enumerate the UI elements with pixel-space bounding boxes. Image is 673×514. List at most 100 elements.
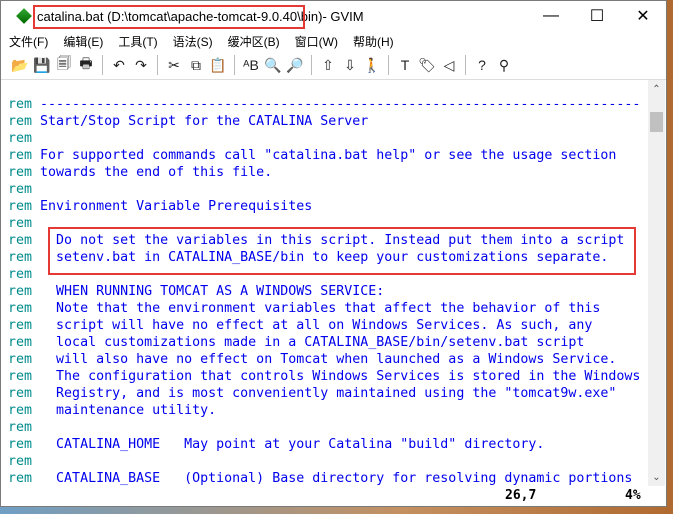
rem-keyword: rem: [8, 454, 33, 469]
editor-text-area[interactable]: rem ------------------------------------…: [0, 80, 648, 486]
find-help-icon[interactable]: ⚲: [493, 54, 515, 76]
undo-icon[interactable]: ↶: [108, 54, 130, 76]
toolbar: 📂 💾 🗐 🖶 ↶ ↷ ✂ ⧉ 📋 ᴬB 🔍 🔎 ⇧ ⇩ 🚶 T 🏷 ◁? ⚲: [1, 51, 666, 80]
comment-text: CATALINA_HOME May point at your Catalina…: [32, 437, 545, 452]
build-tags-icon[interactable]: 🏷: [416, 54, 438, 76]
scroll-up-icon[interactable]: ⌃: [648, 84, 665, 95]
rem-keyword: rem: [8, 233, 33, 248]
redo-icon[interactable]: ↷: [130, 54, 152, 76]
rem-keyword: rem: [8, 403, 33, 418]
cursor-position: 26,7: [505, 488, 537, 503]
text-line: rem maintenance utility.: [8, 402, 640, 419]
menu-item-4[interactable]: 缓冲区(B): [228, 33, 280, 50]
print-icon[interactable]: 🖶: [75, 54, 97, 76]
comment-text: Environment Variable Prerequisites: [32, 199, 313, 214]
text-line: rem Registry, and is most conveniently m…: [8, 385, 640, 402]
rem-keyword: rem: [8, 471, 33, 486]
text-line: rem will also have no effect on Tomcat w…: [8, 351, 640, 368]
menu-item-0[interactable]: 文件(F): [9, 33, 48, 50]
rem-keyword: rem: [8, 216, 33, 231]
copy-icon[interactable]: ⧉: [185, 54, 207, 76]
save-session-icon[interactable]: ⇩: [339, 54, 361, 76]
comment-text: For supported commands call "catalina.ba…: [32, 148, 617, 163]
toolbar-separator: [157, 55, 158, 75]
save-all-icon[interactable]: 🗐: [53, 54, 75, 76]
cut-icon[interactable]: ✂: [163, 54, 185, 76]
toolbar-separator: [234, 55, 235, 75]
text-line: rem WHEN RUNNING TOMCAT AS A WINDOWS SER…: [8, 283, 640, 300]
vim-logo-icon: [16, 8, 32, 24]
rem-keyword: rem: [8, 97, 33, 112]
comment-text: local customizations made in a CATALINA_…: [32, 335, 585, 350]
rem-keyword: rem: [8, 369, 33, 384]
open-icon[interactable]: 📂: [9, 54, 31, 76]
text-line: rem: [8, 453, 640, 470]
text-line: rem The configuration that controls Wind…: [8, 368, 640, 385]
file-percent: 4%: [625, 488, 641, 503]
run-script-icon[interactable]: 🚶: [361, 54, 383, 76]
comment-text: Start/Stop Script for the CATALINA Serve…: [32, 114, 369, 129]
text-highlight-box: [48, 227, 636, 275]
text-line: rem Note that the environment variables …: [8, 300, 640, 317]
comment-text: towards the end of this file.: [32, 165, 273, 180]
rem-keyword: rem: [8, 318, 33, 333]
maximize-button[interactable]: ☐: [574, 1, 620, 31]
text-line: rem: [8, 181, 640, 198]
comment-text: script will have no effect at all on Win…: [32, 318, 593, 333]
replace-icon[interactable]: ᴬB: [240, 54, 262, 76]
text-line: rem CATALINA_HOME May point at your Cata…: [8, 436, 640, 453]
comment-text: Note that the environment variables that…: [32, 301, 601, 316]
menu-item-3[interactable]: 语法(S): [173, 33, 213, 50]
vertical-scrollbar[interactable]: ⌃ ⌄: [648, 80, 665, 486]
find-next-icon[interactable]: 🔍: [262, 54, 284, 76]
text-line: rem ------------------------------------…: [8, 96, 640, 113]
tag-jump-icon[interactable]: ◁: [438, 54, 460, 76]
comment-text: The configuration that controls Windows …: [32, 369, 641, 384]
rem-keyword: rem: [8, 420, 33, 435]
rem-keyword: rem: [8, 131, 33, 146]
comment-text: will also have no effect on Tomcat when …: [32, 352, 617, 367]
menu-item-6[interactable]: 帮助(H): [353, 33, 394, 50]
scroll-thumb[interactable]: [650, 112, 663, 132]
text-line: rem CATALINA_BASE (Optional) Base direct…: [8, 470, 640, 486]
paste-icon[interactable]: 📋: [207, 54, 229, 76]
toolbar-separator: [102, 55, 103, 75]
scroll-down-icon[interactable]: ⌄: [648, 472, 665, 483]
rem-keyword: rem: [8, 148, 33, 163]
toolbar-separator: [465, 55, 466, 75]
rem-keyword: rem: [8, 301, 33, 316]
text-line: rem Environment Variable Prerequisites: [8, 198, 640, 215]
close-button[interactable]: ✕: [620, 1, 666, 31]
menu-item-2[interactable]: 工具(T): [118, 33, 157, 50]
rem-keyword: rem: [8, 165, 33, 180]
comment-text: Registry, and is most conveniently maint…: [32, 386, 617, 401]
rem-keyword: rem: [8, 114, 33, 129]
text-line: rem: [8, 419, 640, 436]
rem-keyword: rem: [8, 352, 33, 367]
text-line: rem For supported commands call "catalin…: [8, 147, 640, 164]
find-prev-icon[interactable]: 🔎: [284, 54, 306, 76]
rem-keyword: rem: [8, 267, 33, 282]
minimize-button[interactable]: —: [528, 1, 574, 31]
status-line: 26,7 4%: [0, 486, 665, 506]
rem-keyword: rem: [8, 199, 33, 214]
toolbar-separator: [388, 55, 389, 75]
load-session-icon[interactable]: ⇧: [317, 54, 339, 76]
menu-item-1[interactable]: 编辑(E): [63, 33, 103, 50]
comment-text: maintenance utility.: [32, 403, 217, 418]
menu-item-5[interactable]: 窗口(W): [295, 33, 338, 50]
text-line: rem Start/Stop Script for the CATALINA S…: [8, 113, 640, 130]
app-name: - GVIM: [322, 8, 364, 24]
comment-text: CATALINA_BASE (Optional) Base directory …: [32, 471, 633, 486]
make-icon[interactable]: T: [394, 54, 416, 76]
rem-keyword: rem: [8, 437, 33, 452]
rem-keyword: rem: [8, 182, 33, 197]
save-icon[interactable]: 💾: [31, 54, 53, 76]
text-line: rem local customizations made in a CATAL…: [8, 334, 640, 351]
rem-keyword: rem: [8, 386, 33, 401]
help-icon[interactable]: ?: [471, 54, 493, 76]
menu-bar: 文件(F) 编辑(E) 工具(T) 语法(S) 缓冲区(B) 窗口(W) 帮助(H): [1, 31, 666, 51]
comment-text: ----------------------------------------…: [32, 97, 641, 112]
comment-text: WHEN RUNNING TOMCAT AS A WINDOWS SERVICE…: [32, 284, 385, 299]
text-line: rem towards the end of this file.: [8, 164, 640, 181]
